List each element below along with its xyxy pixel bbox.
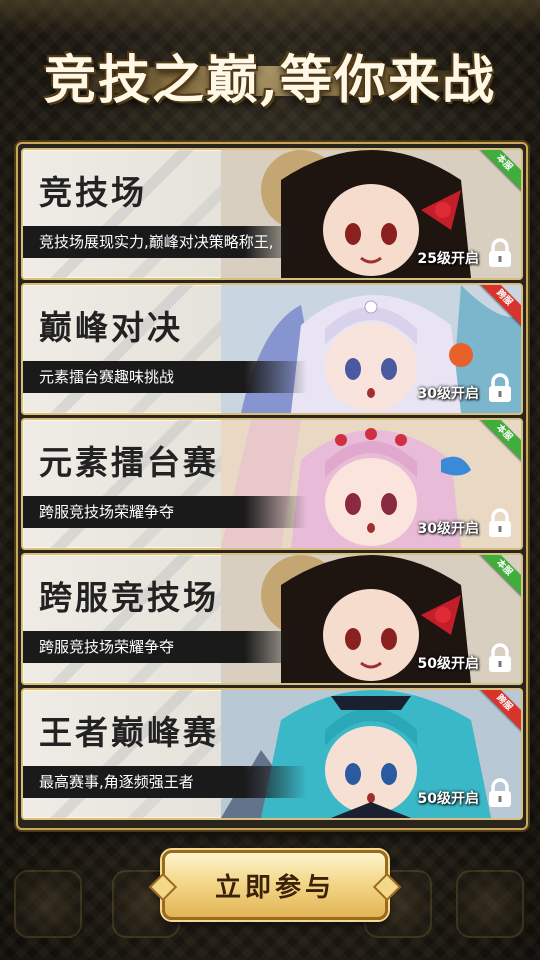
page-title-wrap: 竞技之巅,等你来战 xyxy=(0,38,540,113)
mode-card-arena[interactable]: 竞技场 竞技场展现实力,巅峰对决策略称王, 25级开启 本服 xyxy=(21,148,523,280)
server-badge-label: 跨服 xyxy=(475,285,521,328)
unlock-level: 50级开启 xyxy=(417,656,479,672)
server-badge-label: 本服 xyxy=(475,150,521,193)
top-decor xyxy=(0,0,540,36)
card-description: 跨服竞技场荣耀争夺 xyxy=(23,631,307,663)
server-badge: 跨服 xyxy=(475,690,521,736)
card-description: 跨服竞技场荣耀争夺 xyxy=(23,496,307,528)
join-now-label: 立即参与 xyxy=(214,872,335,903)
card-description: 竞技场展现实力,巅峰对决策略称王, xyxy=(23,226,307,258)
card-title: 王者巅峰赛 xyxy=(39,713,219,752)
server-badge: 本服 xyxy=(475,150,521,196)
card-description: 最高赛事,角逐频强王者 xyxy=(23,766,307,798)
card-title: 跨服竞技场 xyxy=(39,578,219,617)
card-title: 竞技场 xyxy=(39,173,147,212)
mode-card-king-peak[interactable]: 王者巅峰赛 最高赛事,角逐频强王者 50级开启 跨服 xyxy=(21,688,523,820)
bg-icon-4 xyxy=(456,870,524,938)
card-description: 元素擂台赛趣味挑战 xyxy=(23,361,307,393)
server-badge-label: 跨服 xyxy=(475,690,521,733)
server-badge: 跨服 xyxy=(475,285,521,331)
page-title: 竞技之巅,等你来战 xyxy=(43,50,497,111)
card-title: 元素擂台赛 xyxy=(39,443,219,482)
server-badge: 本服 xyxy=(475,555,521,601)
bg-icon-1 xyxy=(14,870,82,938)
lock-icon xyxy=(489,643,511,672)
server-badge: 本服 xyxy=(475,420,521,466)
server-badge-label: 本服 xyxy=(475,555,521,598)
mode-card-element-arena[interactable]: 元素擂台赛 跨服竞技场荣耀争夺 30级开启 本服 xyxy=(21,418,523,550)
lock-icon xyxy=(489,238,511,267)
lock-icon xyxy=(489,508,511,537)
unlock-level: 30级开启 xyxy=(417,386,479,402)
join-now-button[interactable]: 立即参与 xyxy=(162,850,388,920)
card-title: 巅峰对决 xyxy=(39,308,183,347)
unlock-level: 25级开启 xyxy=(417,251,479,267)
server-badge-label: 本服 xyxy=(475,420,521,463)
lock-icon xyxy=(489,373,511,402)
lock-icon xyxy=(489,778,511,807)
unlock-level: 30级开启 xyxy=(417,521,479,537)
mode-card-peak-duel[interactable]: 巅峰对决 元素擂台赛趣味挑战 30级开启 跨服 xyxy=(21,283,523,415)
mode-card-cross-server-arena[interactable]: 跨服竞技场 跨服竞技场荣耀争夺 50级开启 本服 xyxy=(21,553,523,685)
unlock-level: 50级开启 xyxy=(417,791,479,807)
